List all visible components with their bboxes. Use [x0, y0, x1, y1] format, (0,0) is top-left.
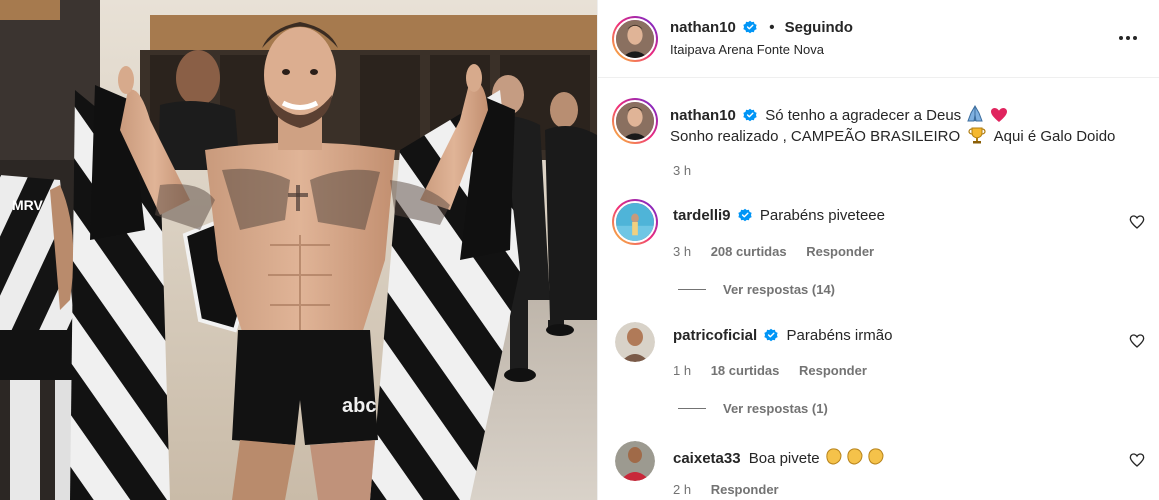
- comment-likes[interactable]: 208 curtidas: [711, 244, 787, 259]
- red-heart-icon: [990, 108, 1007, 122]
- view-replies-1[interactable]: Ver respostas (14): [678, 282, 835, 297]
- shorts-brand: abc: [342, 395, 376, 417]
- like-comment-heart-icon[interactable]: [1129, 333, 1145, 349]
- comment-time[interactable]: 1 h: [673, 363, 691, 378]
- verified-badge-icon: [743, 20, 757, 34]
- comment-username[interactable]: caixeta33: [673, 450, 741, 467]
- caption-meta: 3 h: [673, 163, 707, 178]
- comment-username[interactable]: patricoficial: [673, 327, 757, 344]
- replies-divider: [678, 289, 706, 290]
- caption-text-2: Sonho realizado , CAMPEÃO BRASILEIRO: [670, 128, 961, 145]
- reply-button[interactable]: Responder: [711, 482, 779, 497]
- comment-body: Boa pivete: [748, 450, 820, 467]
- caption-username[interactable]: nathan10: [670, 107, 736, 124]
- header-separator: •: [769, 19, 775, 36]
- comment-avatar-caixeta33[interactable]: [615, 441, 655, 481]
- comment-avatar-image: [614, 201, 656, 243]
- replies-divider: [678, 408, 706, 409]
- post-details-panel: nathan10 • Seguindo Itaipava Arena Fonte…: [597, 0, 1159, 500]
- comment-avatar-image: [615, 322, 655, 362]
- comment-time[interactable]: 3 h: [673, 244, 691, 259]
- caption-author-avatar[interactable]: [612, 98, 658, 144]
- comment-time[interactable]: 2 h: [673, 482, 691, 497]
- author-avatar-image: [614, 18, 656, 60]
- view-replies-label[interactable]: Ver respostas (14): [723, 282, 835, 297]
- comment-3-meta: 2 h Responder: [673, 482, 795, 497]
- comment-1: tardelli9 Parabéns piveteee: [673, 207, 885, 224]
- verified-badge-icon: [738, 208, 752, 222]
- comment-body: Parabéns irmão: [786, 327, 893, 344]
- more-options-icon[interactable]: [1116, 28, 1140, 48]
- caption-text-1: Só tenho a agradecer a Deus: [765, 107, 962, 124]
- comment-avatar-patricoficial[interactable]: [615, 322, 655, 362]
- caption-avatar-image: [614, 100, 656, 142]
- post-header: nathan10 • Seguindo Itaipava Arena Fonte…: [598, 0, 1159, 78]
- view-replies-label[interactable]: Ver respostas (1): [723, 401, 828, 416]
- author-username[interactable]: nathan10: [670, 19, 736, 36]
- caption-line-1: nathan10 Só tenho a agradecer a Deus: [670, 105, 1008, 124]
- comment-2: patricoficial Parabéns irmão: [673, 327, 892, 344]
- post-location[interactable]: Itaipava Arena Fonte Nova: [670, 42, 824, 57]
- praying-hands-icon: [967, 105, 984, 122]
- reply-button[interactable]: Responder: [799, 363, 867, 378]
- comment-1-meta: 3 h 208 curtidas Responder: [673, 244, 890, 259]
- svg-text:MRV: MRV: [12, 197, 44, 213]
- caption-text-3: Aqui é Galo Doido: [993, 128, 1116, 145]
- caption-time[interactable]: 3 h: [673, 163, 691, 178]
- verified-badge-icon: [764, 328, 779, 342]
- like-comment-heart-icon[interactable]: [1129, 452, 1145, 468]
- view-replies-2[interactable]: Ver respostas (1): [678, 401, 828, 416]
- comment-username[interactable]: tardelli9: [673, 207, 731, 224]
- comment-avatar-image: [615, 441, 655, 481]
- caption-line-2: Sonho realizado , CAMPEÃO BRASILEIRO Aqu…: [670, 126, 1115, 145]
- comment-likes[interactable]: 18 curtidas: [711, 363, 780, 378]
- trophy-icon: [968, 127, 986, 144]
- comment-2-meta: 1 h 18 curtidas Responder: [673, 363, 883, 378]
- author-avatar[interactable]: [612, 16, 658, 62]
- following-button[interactable]: Seguindo: [785, 19, 853, 36]
- comment-avatar-tardelli9[interactable]: [612, 199, 658, 245]
- like-comment-heart-icon[interactable]: [1129, 214, 1145, 230]
- verified-badge-icon: [743, 108, 757, 122]
- clapping-hands-icon: [826, 448, 884, 465]
- reply-button[interactable]: Responder: [806, 244, 874, 259]
- header-row: nathan10 • Seguindo: [670, 19, 853, 36]
- post-photo[interactable]: MRV abc: [0, 0, 597, 500]
- comment-body: Parabéns piveteee: [759, 207, 885, 224]
- post-image: MRV abc: [0, 0, 597, 500]
- comment-3: caixeta33 Boa pivete: [673, 446, 886, 467]
